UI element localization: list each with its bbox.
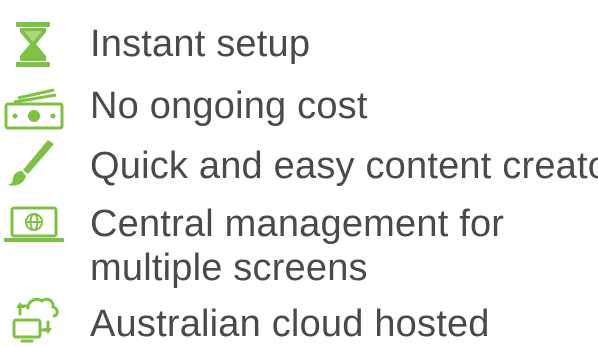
feature-label-line2: multiple screens bbox=[90, 247, 368, 289]
feature-label: Australian cloud hosted bbox=[90, 303, 490, 345]
feature-list: Instant setup No ongoing cost Quick and … bbox=[0, 0, 598, 347]
feature-label: Quick and easy content creator bbox=[90, 145, 598, 187]
laptop-globe-icon bbox=[4, 206, 64, 242]
money-stack-icon bbox=[4, 88, 64, 130]
feature-label-line1: Central management for bbox=[90, 203, 505, 245]
hourglass-icon bbox=[16, 22, 50, 67]
feature-label: Instant setup bbox=[90, 23, 311, 65]
feature-label: Central management for multiple screens bbox=[90, 202, 504, 290]
cloud-sync-icon bbox=[12, 297, 59, 343]
feature-label: No ongoing cost bbox=[90, 85, 368, 127]
paintbrush-icon bbox=[8, 140, 54, 186]
